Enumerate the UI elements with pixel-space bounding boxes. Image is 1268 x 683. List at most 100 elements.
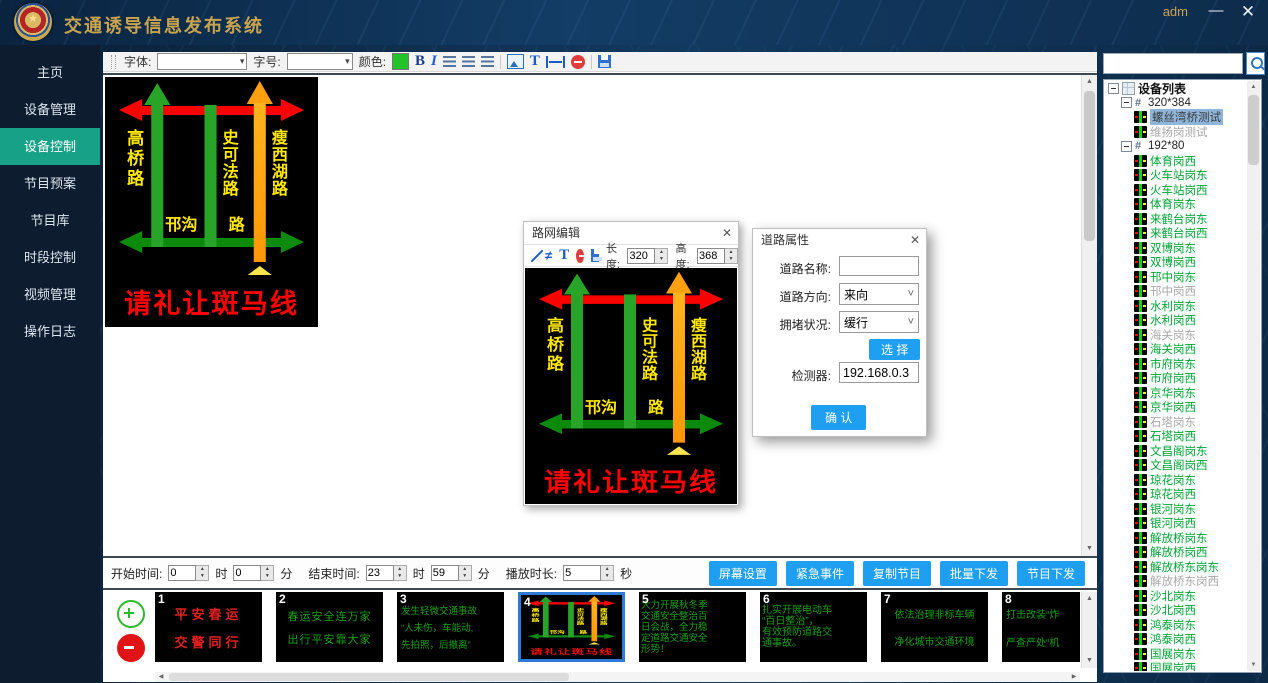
scroll-thumb[interactable]	[1084, 91, 1095, 241]
spin-up[interactable]	[655, 249, 667, 256]
scroll-down-arrow[interactable]: ▼	[1082, 654, 1097, 668]
preview-roadmap[interactable]: 高桥路 史可法路 瘦西湖路 邗沟 路 请礼让斑马线	[105, 77, 318, 327]
search-button[interactable]	[1246, 52, 1265, 75]
sidebar-item-8[interactable]: 操作日志	[0, 313, 100, 350]
stop-icon[interactable]	[571, 55, 585, 69]
spin-up[interactable]	[725, 249, 737, 256]
scroll-down-arrow[interactable]: ▼	[1247, 659, 1260, 671]
sidebar-item-5[interactable]: 节目库	[0, 202, 100, 239]
spin-down[interactable]	[725, 256, 737, 263]
dialog-titlebar[interactable]: 道路属性	[753, 229, 926, 251]
sidebar-item-4[interactable]: 节目预案	[0, 165, 100, 202]
spin-down[interactable]	[261, 573, 273, 580]
program-thumb-6[interactable]: 6扎实开展电动车“百日整治”，有效预防道路交通事故。	[760, 592, 867, 662]
dialog-titlebar[interactable]: 路网编辑	[524, 222, 738, 244]
scroll-right-arrow[interactable]: ▶	[1068, 672, 1080, 682]
start-minute-spinner[interactable]	[233, 565, 274, 581]
spin-up[interactable]	[196, 566, 208, 573]
color-swatch[interactable]	[392, 53, 409, 70]
spin-up[interactable]	[261, 566, 273, 573]
canvas-vertical-scrollbar[interactable]: ▲ ▼	[1081, 75, 1097, 556]
save-icon[interactable]	[591, 249, 599, 262]
action-button-2[interactable]: 紧急事件	[786, 561, 854, 586]
dialog-close-icon[interactable]	[722, 222, 732, 244]
tree-expander-icon[interactable]	[1108, 83, 1119, 94]
program-vertical-scrollbar[interactable]: ▲ ▼	[1081, 592, 1097, 668]
tree-scrollbar[interactable]: ▲ ▼	[1247, 81, 1260, 671]
end-minute-spinner[interactable]	[431, 565, 472, 581]
height-input[interactable]	[697, 248, 725, 264]
dialog-close-icon[interactable]	[910, 229, 920, 251]
program-thumb-8[interactable]: 8打击改装“炸严查严处“机	[1002, 592, 1080, 662]
sidebar-item-3[interactable]: 设备控制	[0, 128, 100, 165]
save-icon[interactable]	[598, 55, 611, 68]
scroll-up-arrow[interactable]: ▲	[1082, 592, 1097, 606]
sidebar-item-1[interactable]: 主页	[0, 54, 100, 91]
detector-input[interactable]	[839, 362, 919, 383]
add-program-button[interactable]	[117, 600, 145, 628]
scroll-up-arrow[interactable]: ▲	[1082, 75, 1097, 89]
action-button-3[interactable]: 复制节目	[863, 561, 931, 586]
program-thumb-1[interactable]: 1平安春运交警同行	[155, 592, 262, 662]
font-family-select[interactable]	[157, 53, 247, 70]
start-hour-input[interactable]	[168, 565, 196, 581]
font-size-select[interactable]	[287, 53, 353, 70]
tree-item-label[interactable]: 维扬岗测试	[1150, 124, 1208, 140]
program-thumb-2[interactable]: 2春运安全连万家出行平安靠大家	[276, 592, 383, 662]
duration-input[interactable]	[563, 565, 601, 581]
align-center-icon[interactable]	[462, 56, 475, 67]
program-thumb-7[interactable]: 7依法治理非标车辆净化城市交通环境	[881, 592, 988, 662]
scroll-left-arrow[interactable]: ◀	[155, 672, 167, 682]
select-button[interactable]: 选 择	[869, 339, 920, 360]
duration-spinner[interactable]	[563, 565, 614, 581]
scroll-thumb[interactable]	[169, 673, 569, 681]
logged-in-user[interactable]: adm	[1163, 4, 1188, 19]
bold-button[interactable]: B	[415, 53, 425, 70]
spin-up[interactable]	[394, 566, 406, 573]
tree-expander-icon[interactable]	[1121, 141, 1132, 152]
align-left-icon[interactable]	[443, 56, 456, 67]
spacing-icon[interactable]	[546, 56, 565, 68]
spin-down[interactable]	[655, 256, 667, 263]
minimize-button[interactable]	[1206, 2, 1226, 19]
sidebar-item-6[interactable]: 时段控制	[0, 239, 100, 276]
action-button-4[interactable]: 批量下发	[940, 561, 1008, 586]
scroll-down-arrow[interactable]: ▼	[1082, 542, 1097, 556]
end-hour-spinner[interactable]	[366, 565, 407, 581]
sidebar-item-2[interactable]: 设备管理	[0, 91, 100, 128]
height-spinner[interactable]	[697, 248, 738, 264]
road-name-input[interactable]	[839, 256, 919, 276]
scroll-up-arrow[interactable]: ▲	[1247, 81, 1260, 93]
congestion-select[interactable]: 缓行	[839, 311, 919, 333]
program-thumb-5[interactable]: 5大力开展秋冬季交通安全整治百日会战，全力稳定道路交通安全形势！	[639, 592, 746, 662]
tree-expander-icon[interactable]	[1121, 97, 1132, 108]
program-horizontal-scrollbar[interactable]: ◀ ▶	[155, 672, 1080, 682]
program-thumb-4[interactable]: 4 高桥路 史可法路 瘦西湖路 邗沟 路 请礼让斑马线	[518, 592, 625, 662]
start-minute-input[interactable]	[233, 565, 261, 581]
remove-program-button[interactable]	[117, 634, 145, 662]
road-direction-select[interactable]: 来向	[839, 283, 919, 305]
tree-item-label[interactable]: 192*80	[1148, 140, 1184, 152]
end-hour-input[interactable]	[366, 565, 394, 581]
line-tool-icon[interactable]	[530, 249, 538, 263]
spin-down[interactable]	[459, 573, 471, 580]
spin-up[interactable]	[459, 566, 471, 573]
tree-item-label[interactable]: 320*384	[1148, 97, 1191, 109]
road-tool-icon[interactable]	[545, 248, 552, 263]
spin-down[interactable]	[196, 573, 208, 580]
align-right-icon[interactable]	[481, 56, 494, 67]
length-spinner[interactable]	[627, 248, 668, 264]
dialog-roadmap[interactable]: 高桥路 史可法路 瘦西湖路 邗沟 路 请礼让斑马线	[525, 268, 737, 504]
confirm-button[interactable]: 确 认	[811, 405, 866, 430]
end-minute-input[interactable]	[431, 565, 459, 581]
start-hour-spinner[interactable]	[168, 565, 209, 581]
action-button-1[interactable]: 屏幕设置	[709, 561, 777, 586]
insert-image-icon[interactable]	[507, 54, 524, 69]
italic-button[interactable]: I	[431, 53, 437, 70]
scroll-thumb[interactable]	[1248, 95, 1259, 165]
close-button[interactable]	[1238, 2, 1258, 22]
tree-item-label[interactable]: 国展岗西	[1150, 660, 1196, 671]
length-input[interactable]	[627, 248, 655, 264]
spin-up[interactable]	[601, 566, 613, 573]
spin-down[interactable]	[601, 573, 613, 580]
